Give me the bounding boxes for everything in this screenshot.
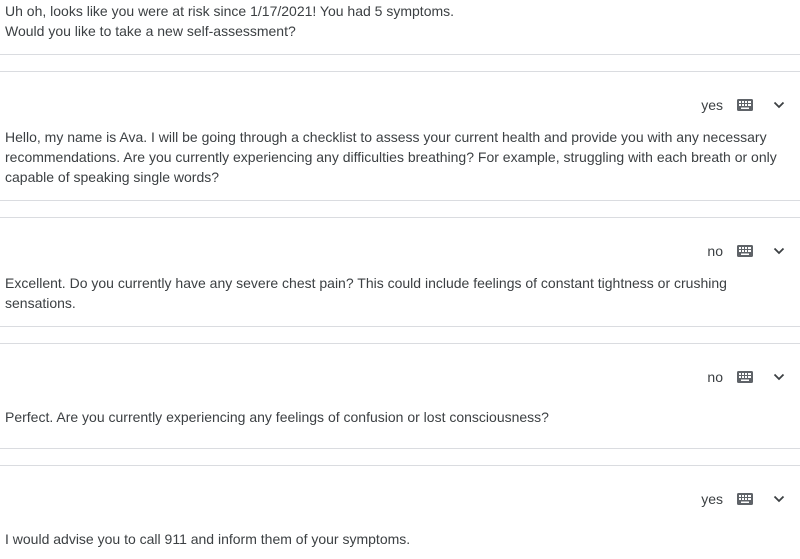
- user-query-row: no: [600, 241, 800, 261]
- divider: [0, 343, 800, 344]
- user-query-text: no: [707, 243, 723, 259]
- assistant-response: I would advise you to call 911 and infor…: [5, 529, 780, 549]
- intro-line-2: Would you like to take a new self-assess…: [5, 23, 296, 39]
- response-text: Excellent. Do you currently have any sev…: [5, 275, 727, 311]
- keyboard-icon: [737, 245, 753, 257]
- divider: [0, 200, 800, 201]
- user-query-text: no: [707, 369, 723, 385]
- intro-message: Uh oh, looks like you were at risk since…: [5, 1, 780, 41]
- intro-line-1: Uh oh, looks like you were at risk since…: [5, 3, 455, 19]
- assistant-response: Excellent. Do you currently have any sev…: [5, 273, 730, 313]
- response-text: Perfect. Are you currently experiencing …: [5, 409, 549, 425]
- chevron-down-icon[interactable]: [773, 493, 785, 505]
- divider: [0, 465, 800, 466]
- chevron-down-icon[interactable]: [773, 245, 785, 257]
- user-query-row: no: [600, 367, 800, 387]
- user-query-row: yes: [600, 95, 800, 115]
- user-query-text: yes: [701, 97, 723, 113]
- assistant-response: Hello, my name is Ava. I will be going t…: [5, 127, 780, 187]
- keyboard-icon: [737, 99, 753, 111]
- keyboard-icon: [737, 493, 753, 505]
- user-query-text: yes: [701, 491, 723, 507]
- chevron-down-icon[interactable]: [773, 99, 785, 111]
- chevron-down-icon[interactable]: [773, 371, 785, 383]
- keyboard-icon: [737, 371, 753, 383]
- response-text: Hello, my name is Ava. I will be going t…: [5, 129, 777, 185]
- divider: [0, 54, 800, 55]
- assistant-response: Perfect. Are you currently experiencing …: [5, 407, 780, 427]
- divider: [0, 71, 800, 72]
- divider: [0, 217, 800, 218]
- response-text: I would advise you to call 911 and infor…: [5, 531, 411, 547]
- user-query-row: yes: [600, 489, 800, 509]
- divider: [0, 326, 800, 327]
- conversation-log: Uh oh, looks like you were at risk since…: [0, 0, 800, 559]
- divider: [0, 448, 800, 449]
